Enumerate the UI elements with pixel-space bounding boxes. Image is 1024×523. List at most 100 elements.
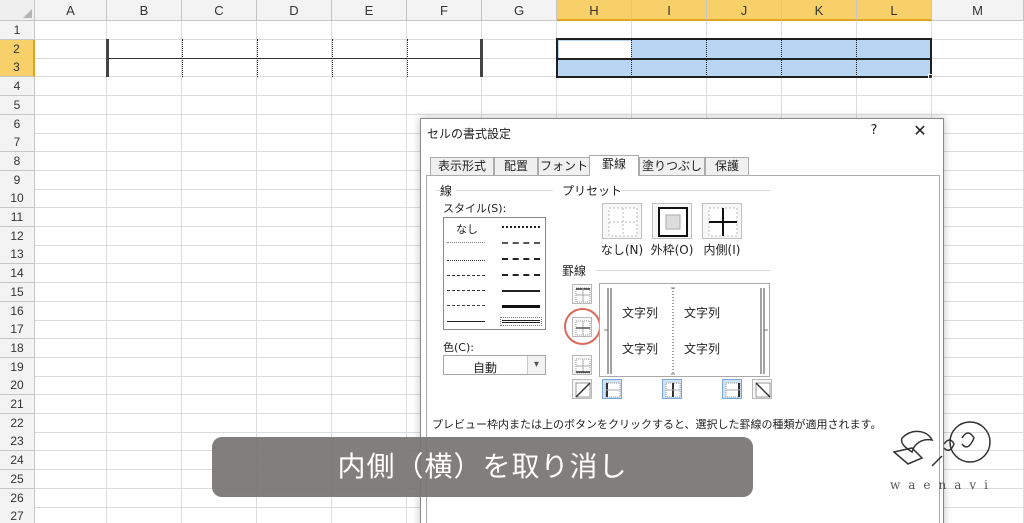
column-header-e[interactable]: E: [332, 0, 407, 21]
border-left-button[interactable]: [602, 379, 622, 399]
diagonal-up-icon: [575, 382, 591, 398]
gridline-horizontal: [35, 95, 1024, 97]
row-header-23[interactable]: 23: [0, 432, 35, 452]
border-top-button[interactable]: [572, 284, 592, 304]
preset-inside-icon: [708, 207, 738, 237]
close-button[interactable]: ✕: [911, 121, 929, 140]
preview-text: 文字列: [622, 306, 659, 320]
line-color-value: 自動: [472, 361, 497, 375]
line-style-thick[interactable]: [502, 305, 540, 308]
chevron-down-icon[interactable]: ▾: [527, 356, 545, 374]
row-header-3[interactable]: 3: [0, 58, 35, 78]
tab-label: 罫線: [601, 157, 626, 171]
line-style-thin[interactable]: [447, 321, 485, 322]
border-diagonal-down-button[interactable]: [752, 379, 772, 399]
row-header-20[interactable]: 20: [0, 376, 35, 396]
row-header-11[interactable]: 11: [0, 208, 35, 227]
line-style-dotted[interactable]: [447, 260, 485, 261]
column-header-m[interactable]: M: [932, 0, 1024, 21]
preset-inside-button[interactable]: [702, 203, 742, 239]
tab-alignment[interactable]: 配置: [494, 157, 538, 175]
preset-outline-label: 外枠(O): [650, 243, 694, 257]
highlight-circle: [564, 308, 601, 345]
row-header-9[interactable]: 9: [0, 170, 35, 190]
row-header-27[interactable]: 27: [0, 507, 35, 523]
border-inside-vertical-button[interactable]: [662, 379, 682, 399]
line-style-medium-dashdotdot[interactable]: [502, 226, 540, 228]
column-header-b[interactable]: B: [107, 0, 182, 21]
row-header-15[interactable]: 15: [0, 282, 35, 302]
line-style-none[interactable]: なし: [456, 221, 478, 237]
fill-handle[interactable]: [928, 74, 933, 79]
line-style-list[interactable]: なし: [443, 217, 546, 330]
column-header-i[interactable]: I: [632, 0, 707, 21]
tab-number-format[interactable]: 表示形式: [430, 157, 494, 175]
color-label: 色(C):: [443, 341, 474, 354]
row-header-4[interactable]: 4: [0, 77, 35, 97]
preset-group-line: [622, 190, 770, 191]
row-header-5[interactable]: 5: [0, 95, 35, 115]
column-header-h[interactable]: H: [557, 0, 632, 21]
border-right-button[interactable]: [722, 379, 742, 399]
line-style-dashdot[interactable]: [447, 290, 485, 291]
preset-none-button[interactable]: [602, 203, 642, 239]
row-header-8[interactable]: 8: [0, 151, 35, 171]
tab-fill[interactable]: 塗りつぶし: [639, 157, 705, 175]
row-header-14[interactable]: 14: [0, 264, 35, 284]
column-header-d[interactable]: D: [257, 0, 332, 21]
row-header-13[interactable]: 13: [0, 245, 35, 265]
row-header-26[interactable]: 26: [0, 488, 35, 508]
line-group-title: 線: [440, 182, 457, 199]
border-right-icon: [725, 382, 741, 398]
help-button[interactable]: ?: [867, 123, 881, 138]
tab-label: 保護: [714, 159, 739, 173]
column-header-k[interactable]: K: [782, 0, 857, 21]
row-header-18[interactable]: 18: [0, 338, 35, 358]
column-header-l[interactable]: L: [857, 0, 932, 21]
column-header-g[interactable]: G: [482, 0, 557, 21]
preview-border-lines: [604, 287, 768, 375]
column-header-j[interactable]: J: [707, 0, 782, 21]
preset-group-title: プリセット: [562, 182, 627, 199]
line-style-medium[interactable]: [502, 290, 540, 292]
line-style-dashed[interactable]: [447, 305, 485, 306]
column-header-f[interactable]: F: [407, 0, 482, 21]
row-header-6[interactable]: 6: [0, 114, 35, 134]
row-header-16[interactable]: 16: [0, 301, 35, 321]
row-header-7[interactable]: 7: [0, 133, 35, 153]
preset-none-label: なし(N): [600, 243, 644, 257]
preview-text: 文字列: [684, 342, 721, 356]
line-color-select[interactable]: 自動 ▾: [443, 355, 546, 375]
row-header-17[interactable]: 17: [0, 320, 35, 340]
row-header-12[interactable]: 12: [0, 226, 35, 246]
line-style-medium-dashed[interactable]: [502, 274, 540, 276]
row-header-1[interactable]: 1: [0, 21, 35, 40]
style-label: スタイル(S):: [443, 202, 507, 215]
preset-outline-button[interactable]: [652, 203, 692, 239]
line-style-dashdotdot[interactable]: [447, 275, 485, 276]
column-header-c[interactable]: C: [182, 0, 257, 21]
border-group-line: [596, 270, 770, 271]
row-header-22[interactable]: 22: [0, 413, 35, 433]
line-style-hair[interactable]: [447, 242, 485, 243]
row-header-25[interactable]: 25: [0, 469, 35, 489]
row-header-19[interactable]: 19: [0, 357, 35, 377]
tab-label: 表示形式: [437, 159, 486, 173]
select-all-corner[interactable]: [0, 0, 35, 21]
column-header-a[interactable]: A: [35, 0, 107, 21]
gridline-vertical: [181, 21, 182, 523]
border-diagonal-up-button[interactable]: [572, 379, 592, 399]
diagonal-down-icon: [755, 382, 771, 398]
tab-protection[interactable]: 保護: [705, 157, 749, 175]
border-preview[interactable]: 文字列 文字列 文字列 文字列: [599, 283, 770, 377]
tab-border[interactable]: 罫線: [589, 155, 639, 176]
border-bottom-button[interactable]: [572, 355, 592, 375]
row-header-21[interactable]: 21: [0, 395, 35, 414]
line-style-slant-dashdot[interactable]: [502, 242, 540, 244]
row-header-10[interactable]: 10: [0, 189, 35, 209]
line-style-medium-dashdot[interactable]: [502, 258, 540, 260]
tab-font[interactable]: フォント: [538, 157, 590, 175]
row-header-24[interactable]: 24: [0, 451, 35, 471]
row-header-2[interactable]: 2: [0, 39, 35, 59]
preset-none-icon: [608, 207, 638, 237]
